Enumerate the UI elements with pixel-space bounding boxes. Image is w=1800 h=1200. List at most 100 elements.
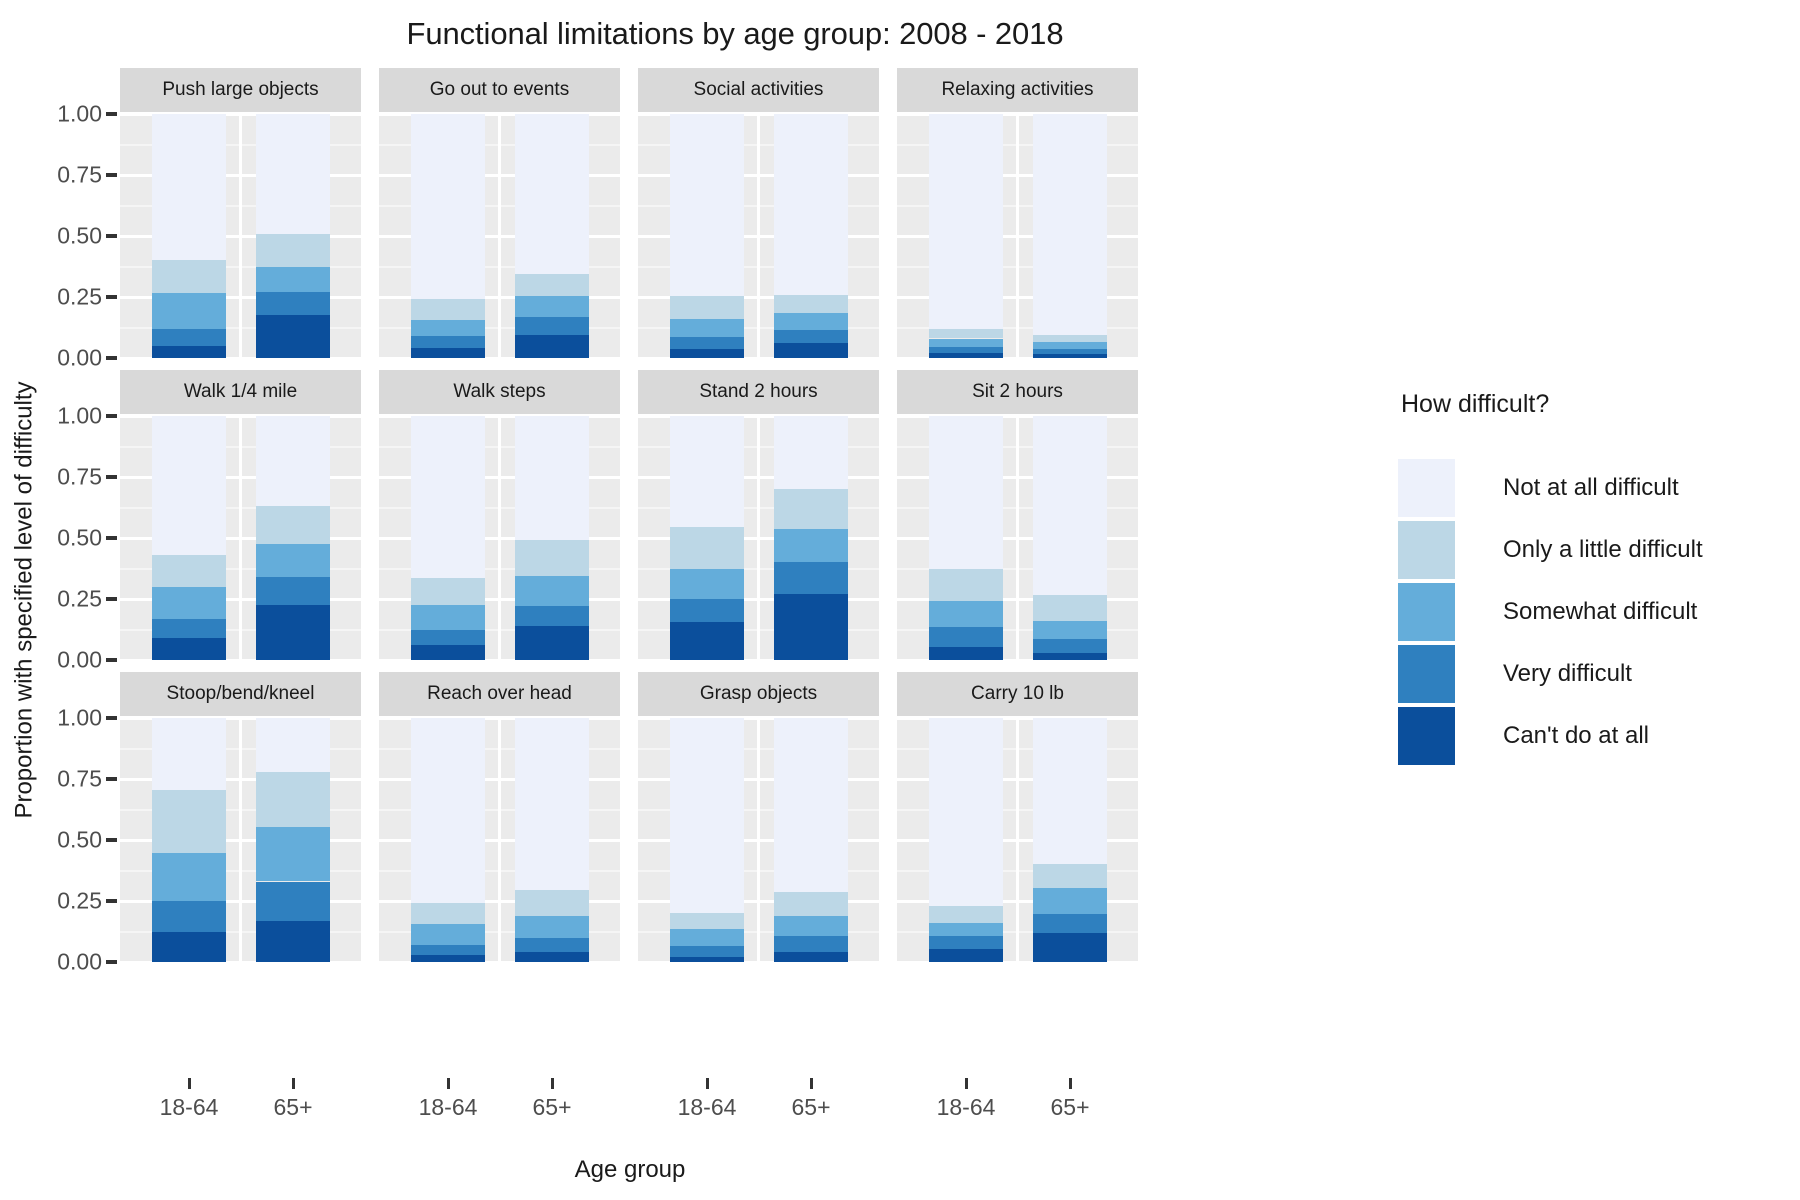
bar-segment[interactable] <box>256 544 330 578</box>
bar-segment[interactable] <box>152 586 226 619</box>
legend-item[interactable]: Only a little difficult <box>1398 519 1788 581</box>
bar-segment[interactable] <box>929 416 1003 569</box>
bar-stack[interactable] <box>256 718 330 962</box>
bar-segment[interactable] <box>411 718 485 904</box>
bar-stack[interactable] <box>670 114 744 358</box>
bar-segment[interactable] <box>411 605 485 630</box>
bar-stack[interactable] <box>411 718 485 962</box>
bar-segment[interactable] <box>256 826 330 882</box>
bar-segment[interactable] <box>515 718 589 891</box>
bar-segment[interactable] <box>256 881 330 921</box>
bar-segment[interactable] <box>411 578 485 606</box>
bar-segment[interactable] <box>256 718 330 772</box>
bar-segment[interactable] <box>152 416 226 556</box>
bar-stack[interactable] <box>411 416 485 660</box>
bar-segment[interactable] <box>515 316 589 335</box>
bar-segment[interactable] <box>152 638 226 660</box>
bar-segment[interactable] <box>411 645 485 660</box>
bar-stack[interactable] <box>152 416 226 660</box>
bar-segment[interactable] <box>670 114 744 296</box>
bar-segment[interactable] <box>1033 639 1107 653</box>
bar-segment[interactable] <box>774 562 848 595</box>
bar-stack[interactable] <box>411 114 485 358</box>
bar-stack[interactable] <box>929 416 1003 660</box>
bar-segment[interactable] <box>152 901 226 932</box>
bar-segment[interactable] <box>670 718 744 914</box>
bar-segment[interactable] <box>1033 416 1107 596</box>
bar-segment[interactable] <box>515 890 589 916</box>
bar-segment[interactable] <box>515 540 589 576</box>
bar-segment[interactable] <box>256 315 330 358</box>
bar-stack[interactable] <box>1033 416 1107 660</box>
legend-item[interactable]: Not at all difficult <box>1398 457 1788 519</box>
bar-segment[interactable] <box>152 931 226 962</box>
bar-stack[interactable] <box>929 114 1003 358</box>
bar-segment[interactable] <box>1033 342 1107 350</box>
bar-segment[interactable] <box>515 295 589 317</box>
bar-segment[interactable] <box>929 948 1003 962</box>
bar-segment[interactable] <box>411 114 485 300</box>
bar-segment[interactable] <box>1033 914 1107 933</box>
bar-segment[interactable] <box>929 936 1003 949</box>
bar-segment[interactable] <box>929 905 1003 923</box>
bar-segment[interactable] <box>774 915 848 937</box>
bar-segment[interactable] <box>670 295 744 319</box>
bar-segment[interactable] <box>256 605 330 660</box>
bar-segment[interactable] <box>670 337 744 350</box>
bar-stack[interactable] <box>256 416 330 660</box>
legend-item[interactable]: Very difficult <box>1398 643 1788 705</box>
bar-segment[interactable] <box>670 349 744 358</box>
bar-segment[interactable] <box>929 601 1003 628</box>
bar-stack[interactable] <box>515 114 589 358</box>
bar-segment[interactable] <box>256 114 330 234</box>
bar-segment[interactable] <box>152 718 226 790</box>
bar-segment[interactable] <box>774 329 848 344</box>
bar-segment[interactable] <box>774 529 848 563</box>
bar-segment[interactable] <box>515 606 589 626</box>
bar-segment[interactable] <box>515 952 589 962</box>
bar-segment[interactable] <box>515 334 589 358</box>
bar-stack[interactable] <box>152 718 226 962</box>
bar-segment[interactable] <box>670 913 744 930</box>
bar-segment[interactable] <box>256 292 330 316</box>
bar-stack[interactable] <box>152 114 226 358</box>
bar-segment[interactable] <box>256 577 330 606</box>
bar-stack[interactable] <box>774 718 848 962</box>
legend-item[interactable]: Somewhat difficult <box>1398 581 1788 643</box>
bar-segment[interactable] <box>515 937 589 953</box>
bar-segment[interactable] <box>929 568 1003 602</box>
bar-segment[interactable] <box>515 625 589 660</box>
bar-stack[interactable] <box>670 416 744 660</box>
bar-stack[interactable] <box>256 114 330 358</box>
bar-segment[interactable] <box>774 594 848 660</box>
bar-segment[interactable] <box>670 568 744 599</box>
bar-segment[interactable] <box>152 260 226 294</box>
bar-segment[interactable] <box>152 555 226 587</box>
bar-segment[interactable] <box>670 527 744 569</box>
bar-segment[interactable] <box>929 627 1003 647</box>
bar-segment[interactable] <box>670 957 744 962</box>
bar-segment[interactable] <box>929 646 1003 660</box>
bar-stack[interactable] <box>774 114 848 358</box>
bar-segment[interactable] <box>152 853 226 901</box>
bar-segment[interactable] <box>411 629 485 646</box>
bar-stack[interactable] <box>1033 114 1107 358</box>
bar-segment[interactable] <box>256 266 330 293</box>
bar-segment[interactable] <box>1033 887 1107 915</box>
bar-segment[interactable] <box>152 114 226 261</box>
bar-segment[interactable] <box>1033 620 1107 640</box>
bar-stack[interactable] <box>515 718 589 962</box>
bar-segment[interactable] <box>929 347 1003 354</box>
bar-segment[interactable] <box>411 320 485 337</box>
bar-segment[interactable] <box>774 952 848 962</box>
bar-segment[interactable] <box>152 293 226 329</box>
bar-segment[interactable] <box>256 920 330 962</box>
bar-segment[interactable] <box>515 575 589 607</box>
bar-segment[interactable] <box>774 343 848 358</box>
bar-segment[interactable] <box>1033 718 1107 865</box>
bar-segment[interactable] <box>411 416 485 579</box>
bar-segment[interactable] <box>670 946 744 958</box>
bar-segment[interactable] <box>256 506 330 545</box>
bar-stack[interactable] <box>774 416 848 660</box>
bar-segment[interactable] <box>774 294 848 313</box>
